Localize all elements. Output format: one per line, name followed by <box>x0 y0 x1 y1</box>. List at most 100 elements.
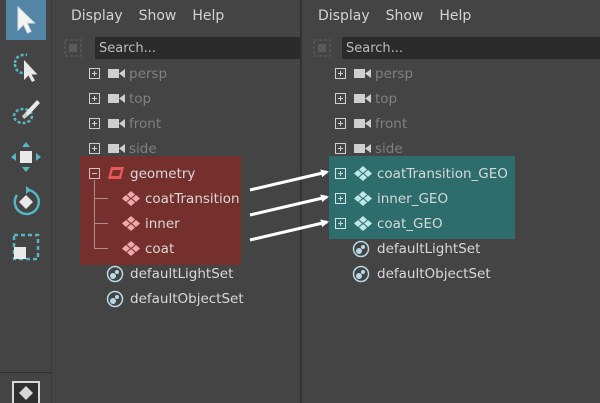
tree-connector <box>94 198 108 199</box>
lasso-tool-button[interactable] <box>6 46 46 86</box>
tree-connector <box>94 223 108 224</box>
item-label: defaultObjectSet <box>130 290 244 307</box>
collapse-toggle[interactable] <box>89 168 100 179</box>
right-outliner-menubar: Display Show Help <box>304 0 600 32</box>
tree-connector <box>94 180 95 248</box>
search-icon[interactable] <box>63 38 83 58</box>
item-label: front <box>129 115 162 132</box>
left-search-row <box>55 36 300 60</box>
item-label: defaultLightSet <box>377 240 481 257</box>
menu-display[interactable]: Display <box>304 8 378 24</box>
mesh-icon <box>122 191 140 206</box>
expand-toggle[interactable] <box>335 218 346 229</box>
mesh-icon <box>122 216 140 231</box>
outliner-item-inner_GEO[interactable]: inner_GEO <box>334 186 514 211</box>
paint-select-tool-button[interactable] <box>6 92 46 132</box>
outliner-item-defaultObjectSet[interactable]: defaultObjectSet <box>350 261 530 286</box>
outliner-item-top[interactable]: top <box>334 86 534 111</box>
move-tool-icon <box>11 142 41 172</box>
camera-icon <box>354 119 371 128</box>
expand-toggle[interactable] <box>89 93 100 104</box>
camera-icon <box>354 144 371 153</box>
rotate-tool-button[interactable] <box>6 182 46 222</box>
mesh-icon <box>354 166 372 181</box>
outliner-item-side[interactable]: side <box>88 136 288 161</box>
search-input[interactable] <box>95 37 300 59</box>
layout-button[interactable] <box>6 378 46 403</box>
outliner-item-defaultLightSet[interactable]: defaultLightSet <box>104 261 284 286</box>
item-label: side <box>375 140 403 157</box>
item-label: persp <box>129 65 168 82</box>
expand-toggle[interactable] <box>335 93 346 104</box>
item-label: coatTransition_GEO <box>377 165 508 182</box>
right-search-row <box>304 36 600 60</box>
outliner-item-front[interactable]: front <box>88 111 288 136</box>
item-label: defaultObjectSet <box>377 265 491 282</box>
select-tool-button[interactable] <box>6 0 46 40</box>
scale-tool-button[interactable] <box>6 227 46 267</box>
menu-show[interactable]: Show <box>131 8 185 24</box>
expand-toggle[interactable] <box>335 68 346 79</box>
item-label: coat_GEO <box>377 215 443 232</box>
outliner-item-coat[interactable]: coat <box>120 236 240 261</box>
item-label: inner <box>145 215 180 232</box>
expand-toggle[interactable] <box>89 118 100 129</box>
paint-select-icon <box>12 100 40 125</box>
item-label: defaultLightSet <box>130 265 234 282</box>
outliner-item-side[interactable]: side <box>334 136 534 161</box>
camera-icon <box>108 144 125 153</box>
mesh-icon <box>122 241 140 256</box>
mesh-icon <box>354 216 372 231</box>
camera-icon <box>354 69 371 78</box>
outliner-item-persp[interactable]: persp <box>88 61 288 86</box>
lasso-select-icon <box>13 53 38 82</box>
scale-tool-icon <box>12 233 40 261</box>
outliner-item-coatTransition_GEO[interactable]: coatTransition_GEO <box>334 161 514 186</box>
layout-icon <box>12 381 40 403</box>
outliner-item-coatTransition[interactable]: coatTransition <box>120 186 240 211</box>
outliner-item-persp[interactable]: persp <box>334 61 534 86</box>
menu-display[interactable]: Display <box>55 8 131 24</box>
expand-toggle[interactable] <box>335 193 346 204</box>
set-icon <box>106 290 124 308</box>
camera-icon <box>108 119 125 128</box>
expand-toggle[interactable] <box>335 143 346 154</box>
set-icon <box>106 265 124 283</box>
expand-toggle[interactable] <box>89 143 100 154</box>
outliner-item-coat_GEO[interactable]: coat_GEO <box>334 211 514 236</box>
item-label: top <box>129 90 152 107</box>
tree-connector <box>94 248 108 249</box>
camera-icon <box>108 69 125 78</box>
rotate-tool-icon <box>13 186 41 216</box>
outliner-item-defaultLightSet[interactable]: defaultLightSet <box>350 236 530 261</box>
outliner-item-defaultObjectSet[interactable]: defaultObjectSet <box>104 286 284 311</box>
camera-icon <box>354 94 371 103</box>
camera-icon <box>108 94 125 103</box>
search-input[interactable] <box>342 37 600 59</box>
toolbox <box>0 0 52 403</box>
expand-toggle[interactable] <box>89 68 100 79</box>
item-label: side <box>129 140 157 157</box>
item-label: persp <box>375 65 414 82</box>
set-icon <box>352 265 370 283</box>
move-tool-button[interactable] <box>6 137 46 177</box>
outliner-item-geometry[interactable]: geometry <box>88 161 238 186</box>
outliner-item-top[interactable]: top <box>88 86 288 111</box>
item-label: front <box>375 115 408 132</box>
expand-toggle[interactable] <box>335 168 346 179</box>
menu-help[interactable]: Help <box>431 8 479 24</box>
expand-toggle[interactable] <box>335 118 346 129</box>
item-label: top <box>375 90 398 107</box>
search-icon[interactable] <box>312 38 332 58</box>
left-outliner-menubar: Display Show Help <box>55 0 300 32</box>
menu-help[interactable]: Help <box>184 8 232 24</box>
mesh-icon <box>354 191 372 206</box>
item-label: inner_GEO <box>377 190 449 207</box>
outliner-item-front[interactable]: front <box>334 111 534 136</box>
menu-show[interactable]: Show <box>378 8 432 24</box>
select-arrow-icon <box>17 5 36 34</box>
set-icon <box>352 240 370 258</box>
item-label: coat <box>145 240 175 257</box>
toolbar-separator <box>0 372 52 373</box>
outliner-item-inner[interactable]: inner <box>120 211 240 236</box>
